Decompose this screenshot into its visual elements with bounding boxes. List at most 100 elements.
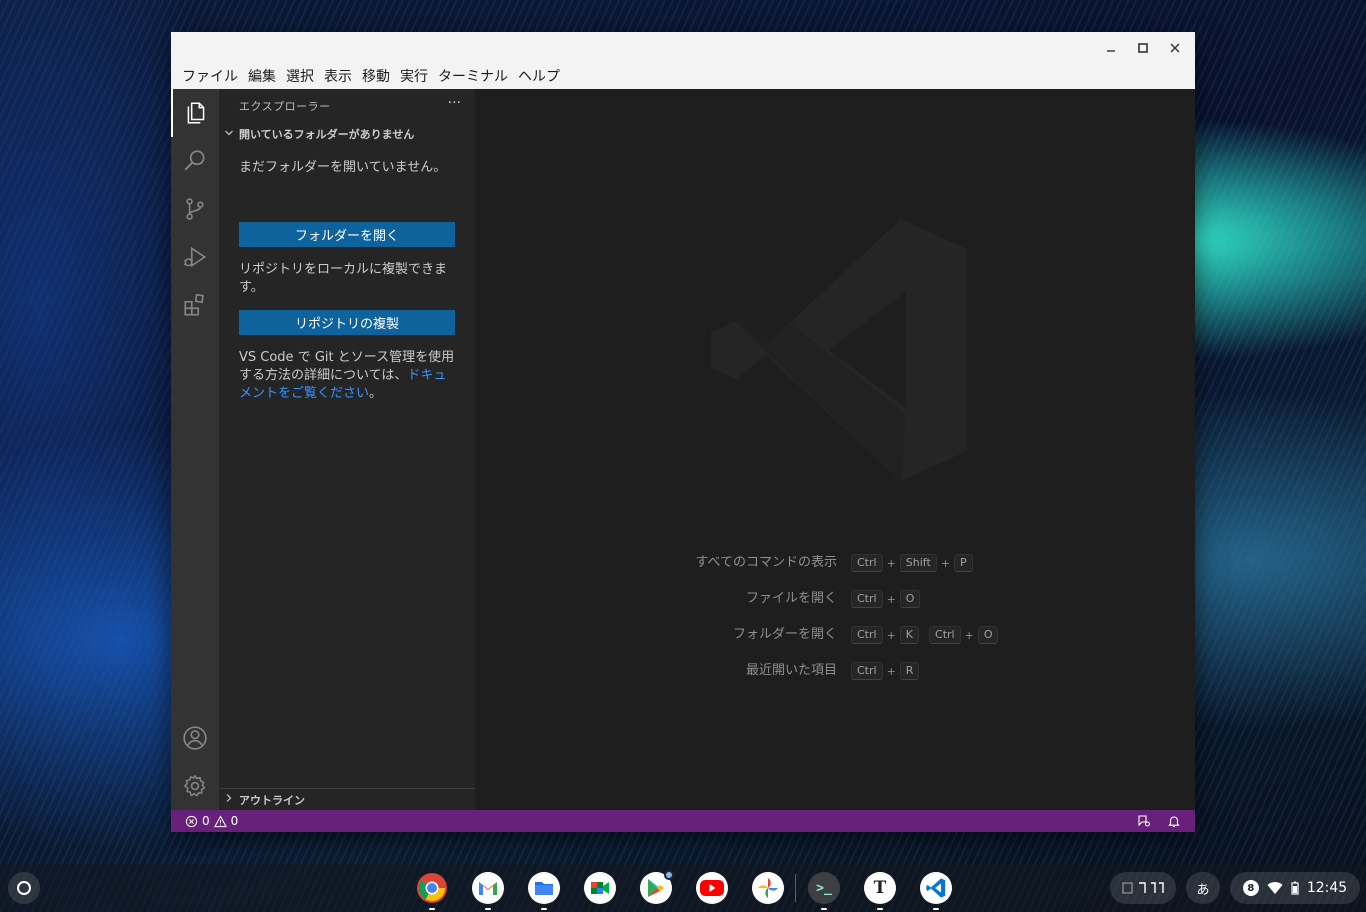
shortcut-open-folder: フォルダーを開く Ctrl + K Ctrl + O: [475, 624, 1195, 646]
menu-help[interactable]: ヘルプ: [513, 66, 565, 88]
sidebar-title: エクスプローラー: [239, 100, 331, 113]
menu-bar: ファイル 編集 選択 表示 移動 実行 ターミナル ヘルプ: [177, 66, 565, 88]
tote-tray[interactable]: [1110, 872, 1176, 904]
outline-section-header[interactable]: アウトライン: [219, 788, 475, 810]
launcher-button[interactable]: [8, 872, 40, 904]
shortcut-label: ファイルを開く: [745, 591, 837, 606]
shortcut-keys: Ctrl + K Ctrl + O: [851, 626, 999, 644]
activity-extensions[interactable]: [171, 281, 219, 329]
chevron-down-icon: [219, 128, 239, 141]
vscode-window: ファイル 編集 選択 表示 移動 実行 ターミナル ヘルプ エクスプローラー ·…: [171, 32, 1195, 832]
editor-area: すべてのコマンドの表示 Ctrl + Shift + P ファイルを開く Ctr…: [475, 89, 1195, 810]
shortcut-label: 最近開いた項目: [745, 663, 837, 678]
activity-run-debug[interactable]: [171, 233, 219, 281]
shelf-app-terminal[interactable]: >_: [808, 872, 840, 910]
shortcut-keys: Ctrl + O: [851, 590, 921, 608]
vscode-icon: [926, 878, 946, 898]
shelf-app-meet: [584, 872, 616, 904]
youtube-icon: [700, 880, 724, 896]
shortcut-label: すべてのコマンドの表示: [695, 555, 837, 570]
problems-indicator[interactable]: 0 0: [185, 810, 238, 832]
text-app-icon: T: [873, 878, 887, 898]
gmail-icon: [472, 872, 504, 904]
shortcut-keys: Ctrl + Shift + P: [851, 554, 973, 572]
launcher-icon: [17, 881, 31, 895]
open-folder-button[interactable]: フォルダーを開く: [239, 222, 455, 247]
extensions-icon: [184, 293, 204, 316]
menu-go[interactable]: 移動: [357, 66, 395, 88]
vscode-watermark-icon: [711, 219, 967, 481]
holding-space-icon: [1122, 882, 1164, 894]
key-cap: Ctrl: [851, 554, 883, 572]
terminal-icon: >_: [816, 880, 832, 896]
error-count: 0: [202, 814, 210, 828]
shelf-divider: [795, 874, 796, 902]
shelf-app-chrome[interactable]: [416, 872, 448, 910]
key-cap: Ctrl: [851, 626, 883, 644]
activity-bar: [171, 89, 219, 810]
shortcut-label: フォルダーを開く: [732, 627, 837, 642]
no-folder-message: まだフォルダーを開いていません。: [239, 160, 447, 175]
outline-title: アウトライン: [239, 793, 305, 807]
battery-icon: [1291, 881, 1299, 895]
maximize-icon: [1138, 43, 1148, 53]
meet-icon: [591, 882, 609, 894]
key-cap: Ctrl: [851, 662, 883, 680]
section-title: 開いているフォルダーがありません: [239, 128, 415, 141]
activity-accounts[interactable]: [171, 714, 219, 762]
explorer-sidebar: エクスプローラー ··· 開いているフォルダーがありません まだフォルダーを開い…: [219, 89, 475, 810]
activity-manage[interactable]: [171, 762, 219, 810]
clone-repository-button[interactable]: リポジトリの複製: [239, 310, 455, 335]
warning-count: 0: [230, 814, 239, 828]
menu-selection[interactable]: 選択: [281, 66, 319, 88]
menu-run[interactable]: 実行: [395, 66, 433, 88]
activity-source-control[interactable]: [171, 185, 219, 233]
feedback-icon[interactable]: [1137, 814, 1151, 828]
shelf-app-text[interactable]: T: [864, 872, 896, 910]
activity-search[interactable]: [171, 137, 219, 185]
ime-menu-button[interactable]: あ: [1186, 872, 1220, 904]
search-icon: [184, 150, 205, 171]
no-folder-section-header[interactable]: 開いているフォルダーがありません: [219, 123, 475, 145]
shortcut-keys: Ctrl + R: [851, 662, 920, 680]
status-area[interactable]: 8 12:45: [1230, 872, 1360, 904]
menu-terminal[interactable]: ターミナル: [433, 66, 513, 88]
close-icon: [1170, 43, 1180, 53]
chrome-icon: [417, 873, 447, 903]
shelf-app-gmail[interactable]: [472, 872, 504, 910]
explorer-icon: [187, 102, 205, 124]
title-bar: ファイル 編集 選択 表示 移動 実行 ターミナル ヘルプ: [171, 32, 1195, 89]
key-cap: R: [899, 662, 920, 680]
status-bar: 0 0: [171, 810, 1195, 832]
key-cap: Ctrl: [929, 626, 961, 644]
menu-file[interactable]: ファイル: [177, 66, 243, 88]
minimize-button[interactable]: [1095, 36, 1127, 60]
shelf-app-files[interactable]: [528, 872, 560, 910]
key-cap: Shift: [899, 554, 937, 572]
shortcut-show-all-commands: すべてのコマンドの表示 Ctrl + Shift + P: [475, 552, 1195, 574]
shelf-app-play-store[interactable]: [640, 870, 674, 904]
error-icon: [185, 815, 198, 827]
key-cap: Ctrl: [851, 590, 883, 608]
notifications-bell-icon[interactable]: [1167, 814, 1181, 828]
docs-message: VS Code で Git とソース管理を使用する方法の詳細については、ドキュメ…: [239, 349, 455, 403]
warning-icon: [213, 814, 227, 827]
maximize-button[interactable]: [1127, 36, 1159, 60]
close-button[interactable]: [1159, 36, 1191, 60]
notification-count-badge: 8: [1242, 880, 1259, 896]
shelf-app-youtube: [696, 872, 728, 904]
chevron-right-icon: [219, 793, 239, 806]
key-cap: K: [899, 626, 920, 644]
activity-explorer[interactable]: [171, 89, 219, 137]
clock: 12:45: [1306, 880, 1348, 896]
shelf-app-vscode[interactable]: [920, 872, 952, 910]
docs-text-suffix: 。: [369, 386, 383, 401]
menu-view[interactable]: 表示: [319, 66, 357, 88]
play-store-icon: [648, 879, 664, 897]
key-cap: O: [977, 626, 999, 644]
more-actions-button[interactable]: ···: [448, 95, 461, 111]
menu-edit[interactable]: 編集: [243, 66, 281, 88]
shortcut-open-file: ファイルを開く Ctrl + O: [475, 588, 1195, 610]
wifi-icon: [1267, 882, 1283, 894]
key-cap: O: [899, 590, 921, 608]
